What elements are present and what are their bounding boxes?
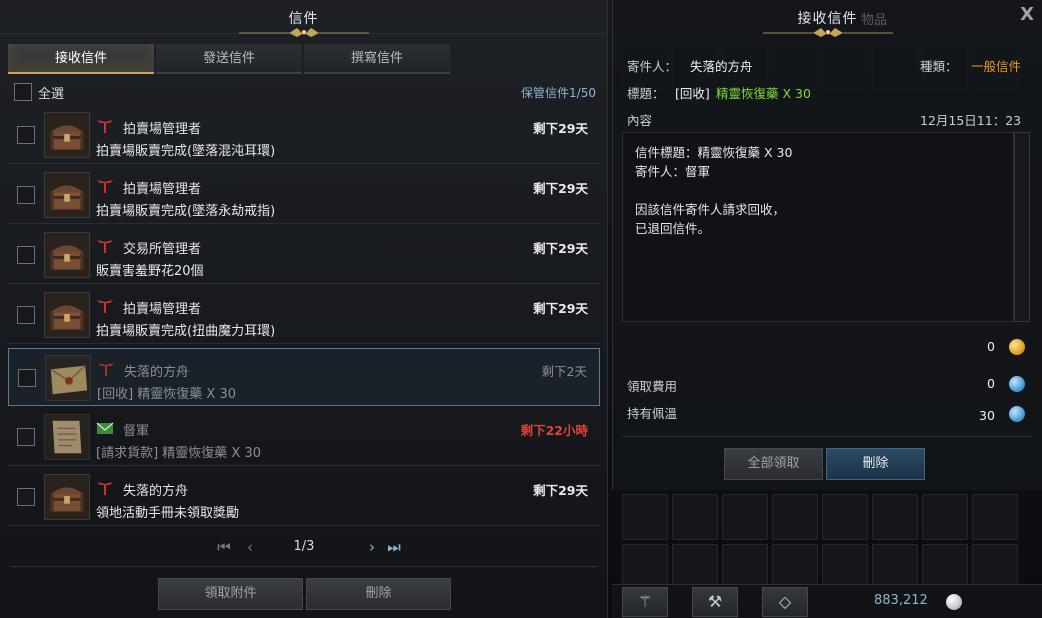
red-emblem-icon xyxy=(97,120,113,133)
pheon-icon xyxy=(1009,406,1025,422)
divider xyxy=(10,566,598,567)
mail-sender: 督軍 xyxy=(123,424,150,439)
mail-remaining-time: 剩下22小時 xyxy=(520,423,588,438)
mail-subject: 拍賣場販賣完成(墜落混沌耳環) xyxy=(96,144,276,159)
mail-row[interactable]: 拍賣場管理者 拍賣場販賣完成(扭曲魔力耳環) 剩下29天 xyxy=(8,286,600,344)
hammer-icon[interactable]: ⚒ xyxy=(692,587,738,617)
tab-compose[interactable]: 撰寫信件 xyxy=(304,44,450,74)
mail-row[interactable]: 督軍 [請求貨款] 精靈恢復藥 X 30 剩下22小時 xyxy=(8,408,600,466)
mailbox-tabs: 接收信件 發送信件 撰寫信件 xyxy=(8,44,600,74)
sender-label: 寄件人： xyxy=(627,59,678,74)
delete-button[interactable]: 刪除 xyxy=(826,448,925,480)
mail-row[interactable]: 交易所管理者 販賣害羞野花20個 剩下29天 xyxy=(8,226,600,284)
title-ornament-icon xyxy=(238,28,369,37)
close-icon[interactable]: X xyxy=(1020,4,1034,25)
mail-checkbox[interactable] xyxy=(17,186,35,204)
divider xyxy=(622,436,1032,437)
type-value: 一般信件 xyxy=(971,59,1022,74)
mail-row[interactable]: 失落的方舟 領地活動手冊未領取獎勵 剩下29天 xyxy=(8,468,600,526)
mail-sender: 拍賣場管理者 xyxy=(123,302,202,317)
mail-subject: 販賣害羞野花20個 xyxy=(96,264,204,279)
mailbox-panel: 信件 接收信件 發送信件 撰寫信件 全選 保管信件1/50 拍賣場管理者 拍賣場… xyxy=(0,0,608,618)
mail-row[interactable]: 拍賣場管理者 拍賣場販賣完成(墜落永劫戒指) 剩下29天 xyxy=(8,166,600,224)
pheon-label: 持有佩溫 xyxy=(627,406,678,421)
silver-coin-icon xyxy=(946,594,962,610)
mail-checkbox[interactable] xyxy=(17,306,35,324)
gem-icon[interactable]: ◇ xyxy=(762,587,808,617)
red-emblem-icon xyxy=(97,180,113,193)
mail-sender: 失落的方舟 xyxy=(124,365,190,380)
pagination: ⏮ ‹ 1/3 › ⏭ xyxy=(0,536,608,558)
treasure-chest-icon xyxy=(44,172,90,218)
subject-item: 精靈恢復藥 X 30 xyxy=(716,86,811,101)
mail-subject: 領地活動手冊未領取獎勵 xyxy=(96,506,240,521)
fee-value: 0 xyxy=(987,376,995,391)
game-screen: 信件 接收信件 發送信件 撰寫信件 全選 保管信件1/50 拍賣場管理者 拍賣場… xyxy=(0,0,1042,618)
red-emblem-icon xyxy=(97,240,113,253)
storage-count: 保管信件1/50 xyxy=(521,86,596,100)
claim-all-button[interactable]: 全部領取 xyxy=(724,448,823,480)
mail-remaining-time: 剩下29天 xyxy=(533,241,588,256)
mail-checkbox[interactable] xyxy=(17,428,35,446)
claim-attachment-button[interactable]: 領取附件 xyxy=(158,578,303,610)
mail-remaining-time: 剩下29天 xyxy=(533,121,588,136)
pheon-icon xyxy=(1009,376,1025,392)
mail-subject: [請求貨款] 精靈恢復藥 X 30 xyxy=(96,446,261,461)
mail-sender: 交易所管理者 xyxy=(123,242,202,257)
mail-content-text: 信件標題：精靈恢復藥 X 30 寄件人：督軍 因該信件寄件人請求回收， 已退回信… xyxy=(635,145,793,236)
subject-label: 標題： xyxy=(627,86,665,101)
mail-sender: 拍賣場管理者 xyxy=(123,122,202,137)
last-page-icon[interactable]: ⏭ xyxy=(380,536,408,558)
red-emblem-icon xyxy=(97,300,113,313)
mail-checkbox[interactable] xyxy=(17,126,35,144)
gold-coin-icon xyxy=(1009,339,1025,355)
treasure-chest-icon xyxy=(44,112,90,158)
trident-icon[interactable]: ⚚ xyxy=(622,587,668,617)
treasure-chest-icon xyxy=(44,474,90,520)
red-emblem-icon xyxy=(98,363,114,376)
mail-checkbox[interactable] xyxy=(17,488,35,506)
pheon-value: 30 xyxy=(979,408,995,423)
mail-remaining-time: 剩下29天 xyxy=(533,181,588,196)
red-emblem-icon xyxy=(97,482,113,495)
mail-remaining-time: 剩下29天 xyxy=(533,483,588,498)
mail-timestamp: 12月15日11：23 xyxy=(920,113,1022,128)
fee-label: 領取費用 xyxy=(627,379,678,394)
treasure-chest-icon xyxy=(44,232,90,278)
select-all-checkbox[interactable] xyxy=(14,83,32,101)
tab-received[interactable]: 接收信件 xyxy=(8,44,154,74)
mail-remaining-time: 剩下2天 xyxy=(541,364,587,379)
tab-sent[interactable]: 發送信件 xyxy=(156,44,302,74)
page-number: 1/3 xyxy=(293,539,315,554)
mail-subject: [回收] 精靈恢復藥 X 30 xyxy=(97,387,236,402)
select-all-row: 全選 保管信件1/50 xyxy=(12,82,598,102)
mailbox-title-bar: 信件 xyxy=(0,0,607,37)
mail-subject: 拍賣場販賣完成(扭曲魔力耳環) xyxy=(96,324,276,339)
title-ornament-icon xyxy=(763,28,893,37)
mail-remaining-time: 剩下29天 xyxy=(533,301,588,316)
select-all-label: 全選 xyxy=(38,87,65,102)
mail-checkbox[interactable] xyxy=(18,369,36,387)
content-label: 內容 xyxy=(627,113,653,128)
mail-sender: 失落的方舟 xyxy=(123,484,189,499)
sender-value: 失落的方舟 xyxy=(690,59,753,74)
type-label: 種類： xyxy=(920,59,958,74)
mail-row[interactable]: 拍賣場管理者 拍賣場販賣完成(墜落混沌耳環) 剩下29天 xyxy=(8,106,600,164)
subject-prefix: [回收] xyxy=(675,86,710,101)
gold-value: 0 xyxy=(987,339,995,354)
content-scrollbar[interactable] xyxy=(1014,132,1030,322)
green-envelope-icon xyxy=(96,422,114,434)
inventory-bottom-bar: ⚚ ⚒ ◇ xyxy=(612,584,1042,618)
mail-row-selected[interactable]: 失落的方舟 [回收] 精靈恢復藥 X 30 剩下2天 xyxy=(8,348,600,406)
mail-sender: 拍賣場管理者 xyxy=(123,182,202,197)
silver-amount: 883,212 xyxy=(874,593,928,608)
delete-mail-button[interactable]: 刪除 xyxy=(306,578,451,610)
treasure-chest-icon xyxy=(44,292,90,338)
mail-checkbox[interactable] xyxy=(17,246,35,264)
parchment-icon xyxy=(44,414,90,460)
mail-subject: 拍賣場販賣完成(墜落永劫戒指) xyxy=(96,204,276,219)
mail-content-box: 信件標題：精靈恢復藥 X 30 寄件人：督軍 因該信件寄件人請求回收， 已退回信… xyxy=(622,132,1014,322)
envelope-icon xyxy=(45,355,91,401)
